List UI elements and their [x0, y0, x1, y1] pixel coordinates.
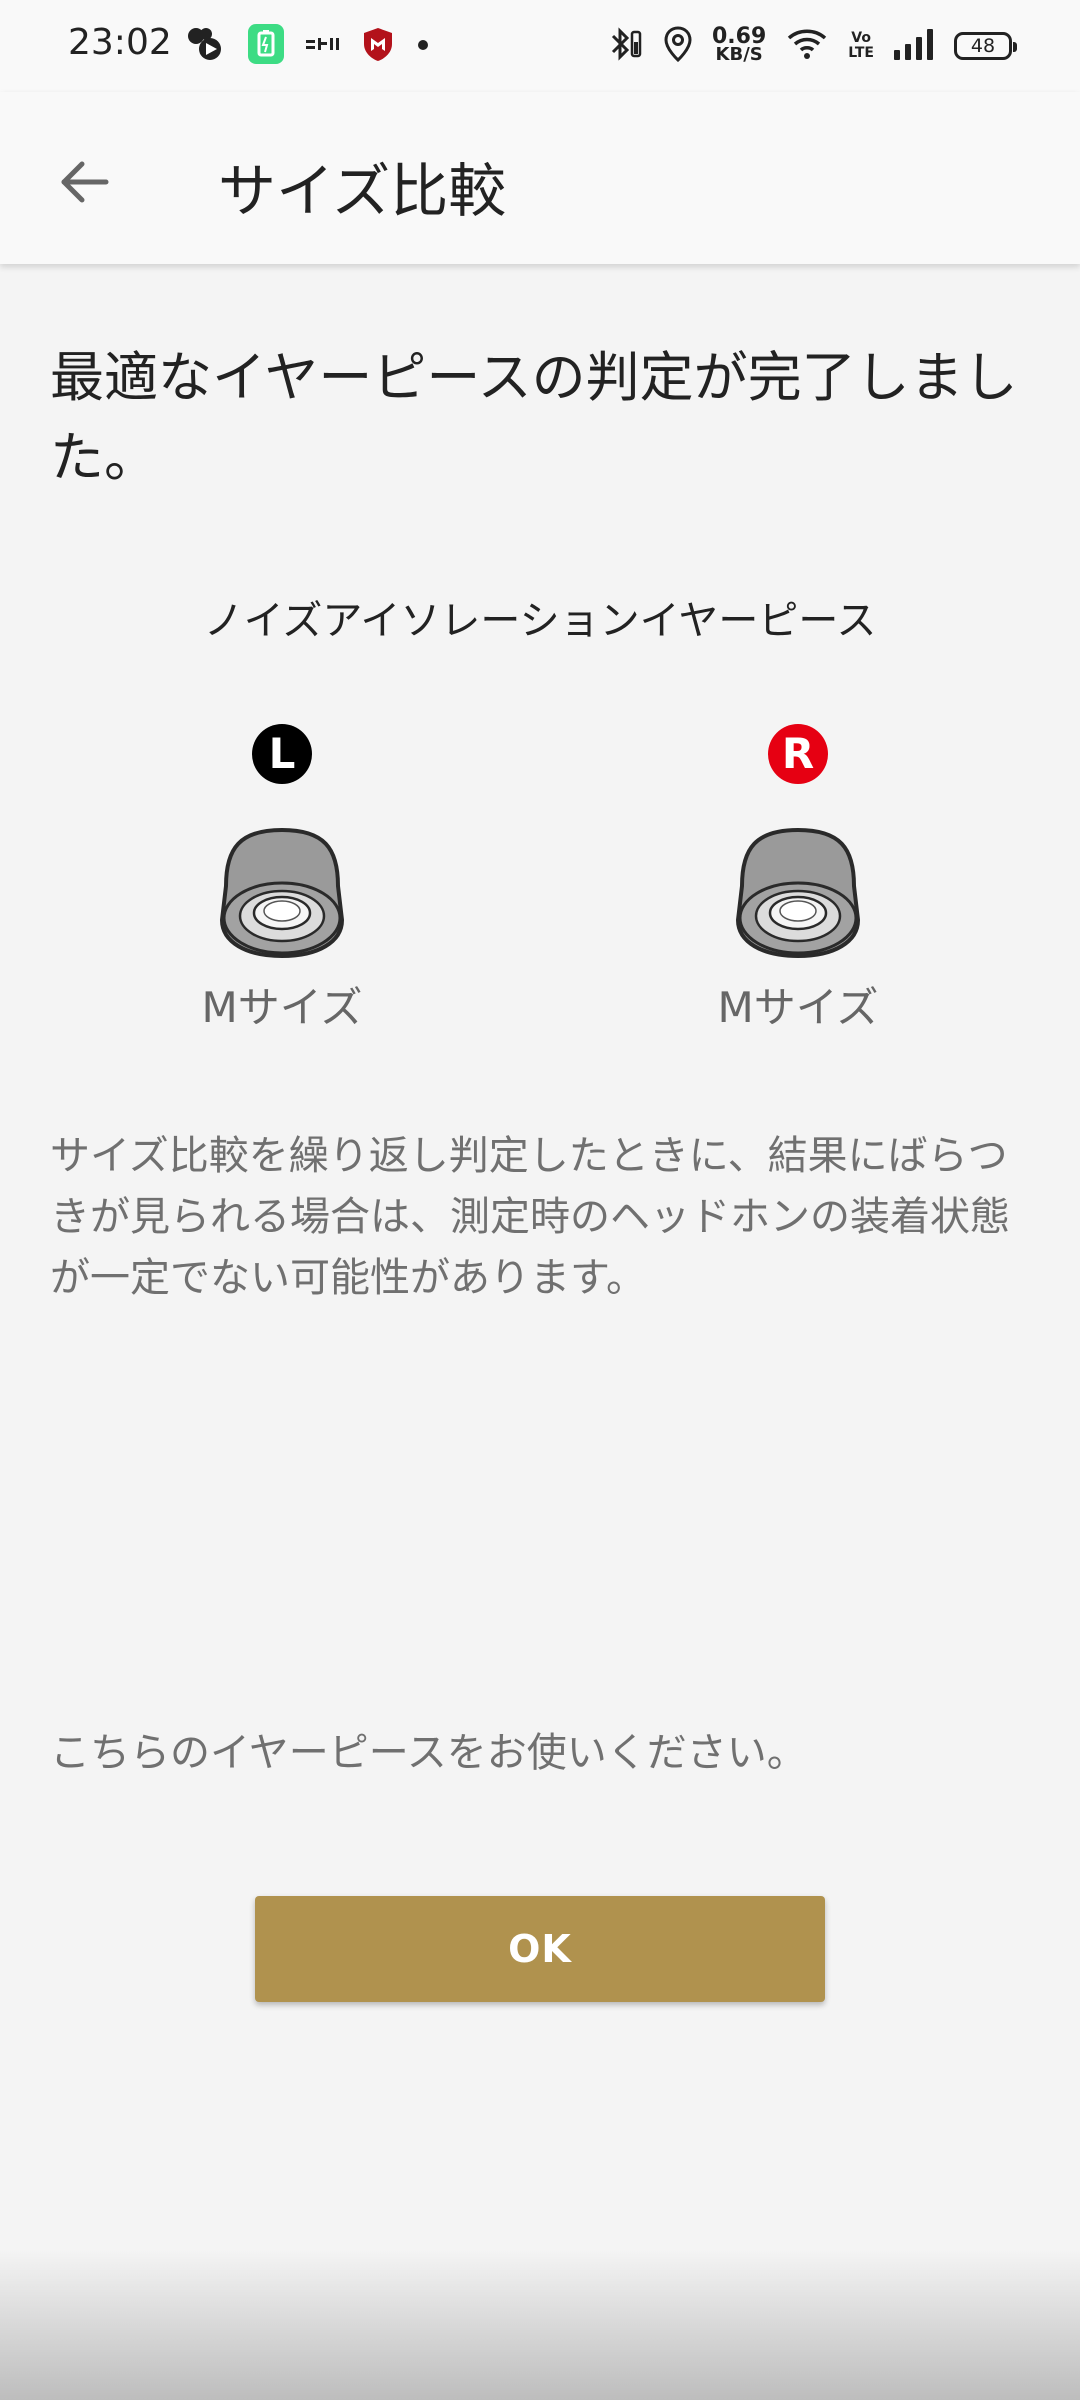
- status-time: 23:02: [68, 22, 172, 63]
- right-ear-badge: R: [768, 724, 828, 784]
- media-playback-icon: [186, 26, 226, 66]
- app-bar: サイズ比較: [0, 92, 1080, 264]
- page-title: サイズ比較: [218, 157, 507, 225]
- right-size-label: Mサイズ: [717, 983, 879, 1032]
- mcafee-icon: [362, 26, 394, 66]
- bluetooth-icon: [610, 26, 644, 66]
- left-ear-badge: L: [252, 724, 312, 784]
- battery-saver-icon: [248, 24, 284, 68]
- left-earpiece: L Mサイズ: [152, 724, 412, 1035]
- usage-instruction: こちらのイヤーピースをお使いください。: [50, 1730, 807, 1776]
- earpiece-type-label: ノイズアイソレーションイヤーピース: [203, 598, 877, 644]
- volte-top: Vo: [851, 30, 871, 46]
- right-earpiece: R Mサイズ: [668, 724, 928, 1035]
- bottom-fade: [0, 2250, 1080, 2400]
- status-left-icons: [186, 24, 430, 68]
- arrow-left-icon: [61, 161, 109, 203]
- volte-indicator: Vo LTE: [848, 31, 874, 61]
- earpiece-icon: [735, 827, 861, 959]
- net-speed-unit: KB/S: [715, 44, 763, 65]
- back-button[interactable]: [40, 138, 128, 226]
- variation-note: サイズ比較を繰り返し判定したときに、結果にばらつきが見られる場合は、測定時のヘッ…: [50, 1133, 1010, 1301]
- app-notification-icon: [306, 34, 340, 58]
- cellular-signal-icon: [894, 28, 934, 64]
- battery-icon: 48: [954, 32, 1017, 60]
- status-bar: 23:02 0.69 KB/S Vo LTE 48: [0, 0, 1080, 92]
- earpiece-icon: [219, 827, 345, 959]
- wifi-icon: [786, 27, 828, 65]
- more-dot-icon: [416, 37, 430, 56]
- left-size-label: Mサイズ: [201, 983, 363, 1032]
- status-right-icons: 0.69 KB/S Vo LTE 48: [610, 24, 1017, 68]
- result-heading: 最適なイヤーピースの判定が完了しました。: [50, 346, 1018, 489]
- net-speed: 0.69 KB/S: [712, 26, 766, 65]
- volte-bottom: LTE: [848, 45, 874, 61]
- location-icon: [664, 26, 692, 66]
- ok-button[interactable]: OK: [255, 1896, 825, 2002]
